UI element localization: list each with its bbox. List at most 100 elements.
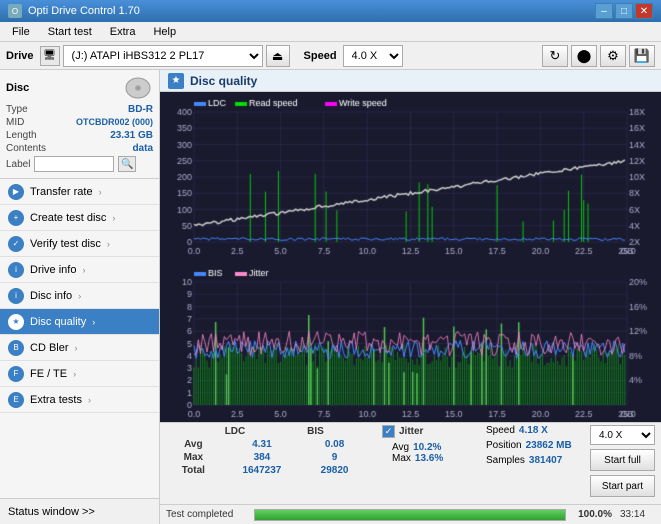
mid-key: MID xyxy=(6,117,24,128)
disc-quality-arrow: › xyxy=(92,317,95,327)
verify-icon: ✓ xyxy=(8,236,24,252)
disc-section-label: Disc xyxy=(6,82,29,94)
fe-te-icon: F xyxy=(8,366,24,382)
charts-area xyxy=(160,92,661,422)
main-area: Disc Type BD-R MID OTCBDR002 (000) Leng xyxy=(0,70,661,524)
max-ldc: 384 xyxy=(221,451,303,464)
disc-icon xyxy=(123,76,153,100)
sidebar-item-verify-test-disc[interactable]: ✓ Verify test disc › xyxy=(0,231,159,257)
create-test-disc-label: Create test disc xyxy=(30,212,106,224)
disc-quality-header: ★ Disc quality xyxy=(160,70,661,92)
main-content: ★ Disc quality LDC xyxy=(160,70,661,524)
maximize-button[interactable]: □ xyxy=(615,3,633,19)
drive-select[interactable]: (J:) ATAPI iHBS312 2 PL17 xyxy=(63,45,263,67)
chart2-container xyxy=(160,262,661,422)
menu-file[interactable]: File xyxy=(4,24,38,40)
speed-info-val: 4.18 X xyxy=(519,425,548,436)
start-full-button[interactable]: Start full xyxy=(590,449,655,471)
menu-extra[interactable]: Extra xyxy=(102,24,144,40)
title-bar: O Opti Drive Control 1.70 – □ ✕ xyxy=(0,0,661,22)
start-part-button[interactable]: Start part xyxy=(590,475,655,497)
status-window-label: Status window >> xyxy=(8,506,95,518)
jitter-section: ✓ Jitter xyxy=(382,425,474,438)
position-val: 23862 MB xyxy=(526,440,572,451)
drive-info-label: Drive info xyxy=(30,264,76,276)
col-ldc: LDC xyxy=(221,425,303,438)
col-label xyxy=(166,425,221,438)
jitter-avg-label: Avg xyxy=(392,442,409,453)
label-key: Label xyxy=(6,159,30,170)
jitter-avg-val: 10.2% xyxy=(413,442,441,453)
extra-tests-icon: E xyxy=(8,392,24,408)
jitter-max-label-txt: Max xyxy=(392,453,411,464)
cd-bler-label: CD Bler xyxy=(30,342,69,354)
total-label: Total xyxy=(166,464,221,477)
sidebar-nav: ▶ Transfer rate › + Create test disc › ✓… xyxy=(0,179,159,498)
progress-bar-fill xyxy=(255,510,565,520)
sidebar: Disc Type BD-R MID OTCBDR002 (000) Leng xyxy=(0,70,160,524)
save-button[interactable]: 💾 xyxy=(629,45,655,67)
position-label: Position xyxy=(486,440,522,451)
total-ldc: 1647237 xyxy=(221,464,303,477)
stats-row-avg: Avg 4.31 0.08 xyxy=(166,438,366,451)
length-key: Length xyxy=(6,130,37,141)
sidebar-item-fe-te[interactable]: F FE / TE › xyxy=(0,361,159,387)
disc-info-arrow: › xyxy=(78,291,81,301)
settings-button[interactable]: ⚙ xyxy=(600,45,626,67)
sidebar-item-create-test-disc[interactable]: + Create test disc › xyxy=(0,205,159,231)
disc-info-label: Disc info xyxy=(30,290,72,302)
speed-select[interactable]: 4.0 X xyxy=(343,45,403,67)
sidebar-item-drive-info[interactable]: i Drive info › xyxy=(0,257,159,283)
cd-bler-arrow: › xyxy=(75,343,78,353)
app-icon: O xyxy=(8,4,22,18)
avg-label: Avg xyxy=(166,438,221,451)
disc-quality-title: Disc quality xyxy=(190,74,257,88)
right-controls: 4.0 X Start full Start part xyxy=(590,425,655,497)
verify-label: Verify test disc xyxy=(30,238,101,250)
menu-help[interactable]: Help xyxy=(145,24,184,40)
drive-label: Drive xyxy=(6,50,34,62)
menu-start-test[interactable]: Start test xyxy=(40,24,100,40)
cd-bler-icon: B xyxy=(8,340,24,356)
label-search-button[interactable]: 🔍 xyxy=(118,156,136,172)
sidebar-item-cd-bler[interactable]: B CD Bler › xyxy=(0,335,159,361)
status-text: Test completed xyxy=(166,509,246,520)
speed-info: Speed 4.18 X xyxy=(486,425,586,436)
fe-te-label: FE / TE xyxy=(30,368,67,380)
burn-button[interactable]: ⬤ xyxy=(571,45,597,67)
status-window-button[interactable]: Status window >> xyxy=(0,498,159,524)
sidebar-item-transfer-rate[interactable]: ▶ Transfer rate › xyxy=(0,179,159,205)
sidebar-item-disc-quality[interactable]: ★ Disc quality › xyxy=(0,309,159,335)
drive-info-arrow: › xyxy=(82,265,85,275)
mid-val: OTCBDR002 (000) xyxy=(76,117,153,128)
extra-tests-arrow: › xyxy=(88,395,91,405)
col-bis: BIS xyxy=(303,425,366,438)
disc-quality-icon: ★ xyxy=(8,314,24,330)
position-row: Position 23862 MB xyxy=(486,440,586,451)
type-val: BD-R xyxy=(128,104,153,115)
avg-bis: 0.08 xyxy=(303,438,366,451)
max-label: Max xyxy=(166,451,221,464)
type-key: Type xyxy=(6,104,28,115)
chart1-canvas xyxy=(162,96,661,260)
transfer-rate-arrow: › xyxy=(99,187,102,197)
eject-button[interactable]: ⏏ xyxy=(266,45,290,67)
minimize-button[interactable]: – xyxy=(595,3,613,19)
jitter-checkbox[interactable]: ✓ xyxy=(382,425,395,438)
label-input[interactable] xyxy=(34,156,114,172)
chart2-canvas xyxy=(162,266,661,422)
sidebar-item-extra-tests[interactable]: E Extra tests › xyxy=(0,387,159,413)
drive-icon: 🖥 xyxy=(40,46,60,66)
drive-info-icon: i xyxy=(8,262,24,278)
refresh-button[interactable]: ↻ xyxy=(542,45,568,67)
transfer-rate-label: Transfer rate xyxy=(30,186,93,198)
drive-bar: Drive 🖥 (J:) ATAPI iHBS312 2 PL17 ⏏ Spee… xyxy=(0,42,661,70)
jitter-max-val: 13.6% xyxy=(415,453,443,464)
progress-area: Test completed 100.0% 33:14 xyxy=(160,504,661,524)
extra-tests-label: Extra tests xyxy=(30,394,82,406)
sidebar-item-disc-info[interactable]: i Disc info › xyxy=(0,283,159,309)
close-button[interactable]: ✕ xyxy=(635,3,653,19)
quality-speed-select[interactable]: 4.0 X xyxy=(590,425,655,445)
samples-row: Samples 381407 xyxy=(486,455,586,466)
length-val: 23.31 GB xyxy=(110,130,153,141)
